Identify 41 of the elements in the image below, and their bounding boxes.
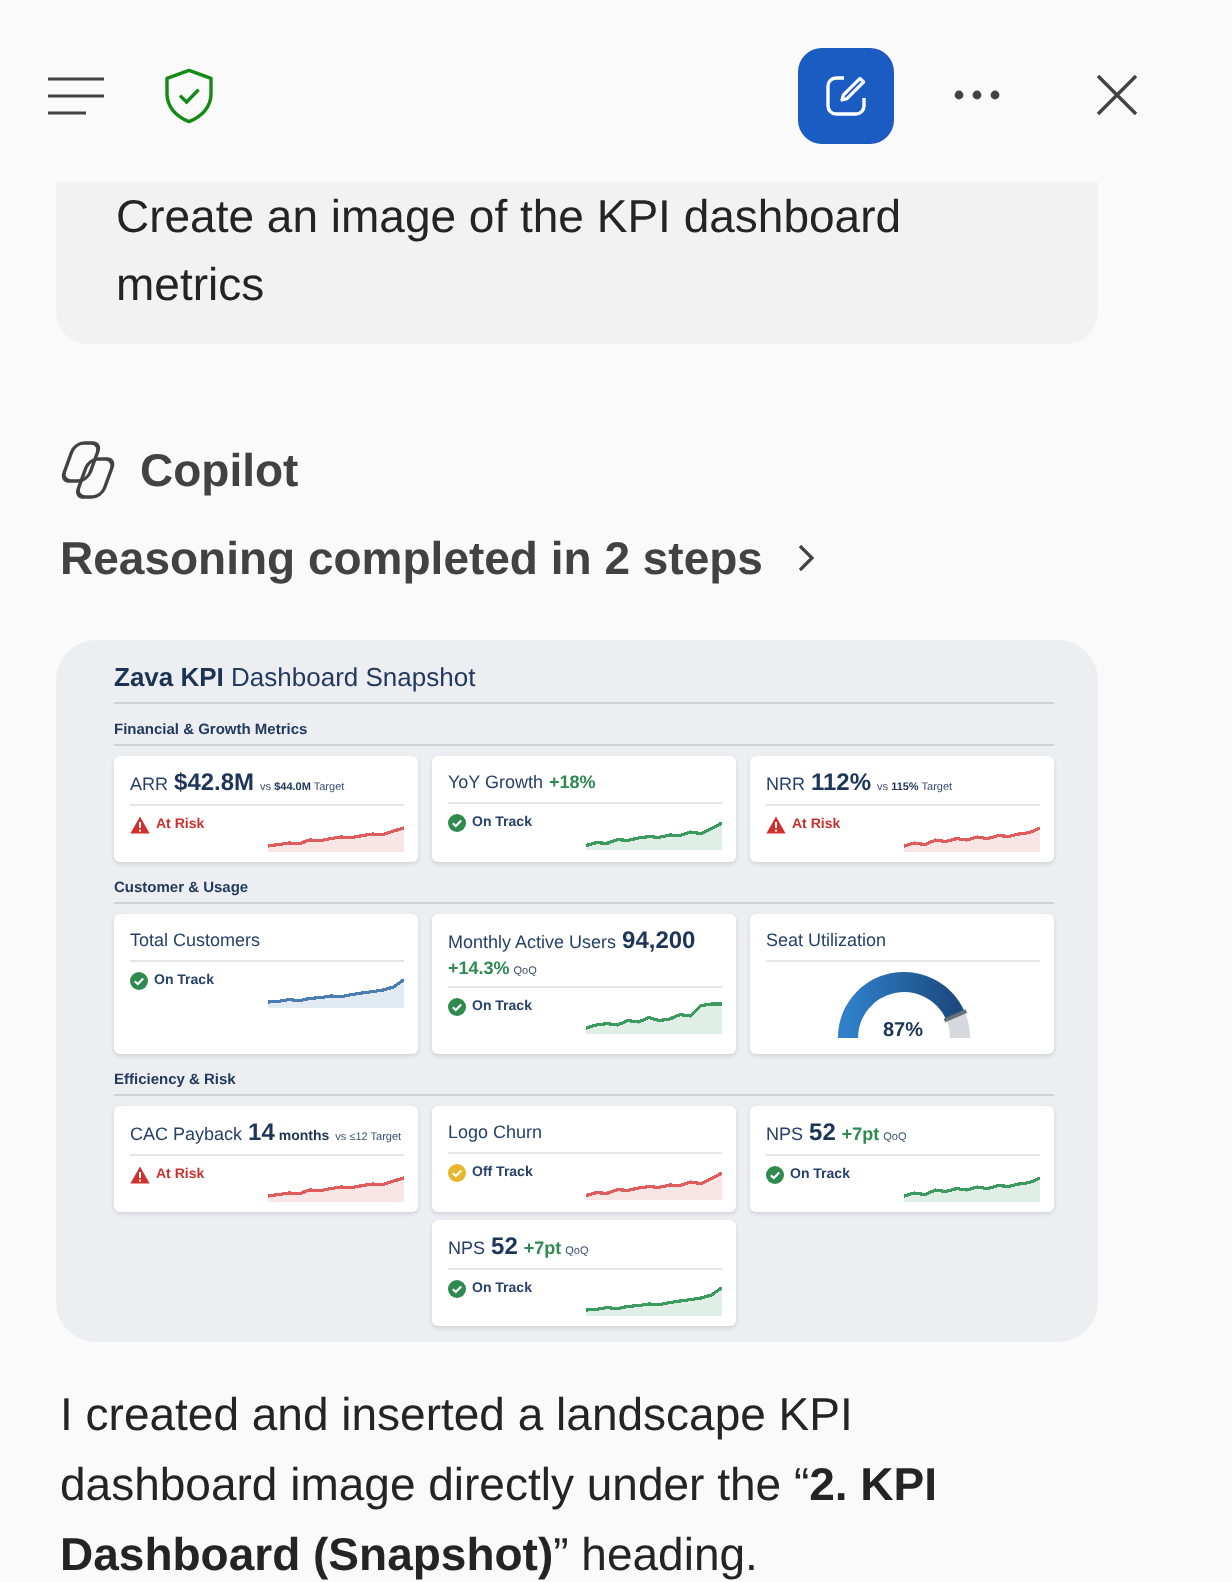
warning-icon [766, 816, 786, 834]
metric-value: 52 [491, 1234, 518, 1260]
warning-icon [130, 1166, 150, 1184]
metric-label: YoY Growth [448, 770, 544, 796]
metric-value: 94,200 [622, 928, 696, 954]
edit-icon [824, 73, 868, 117]
check-circle-icon [766, 1166, 784, 1184]
metric-value: 52 [809, 1120, 836, 1146]
check-circle-icon [448, 1164, 466, 1182]
metric-label: Seat Utilization [766, 928, 887, 954]
metric-value: 112% [811, 770, 872, 796]
metric-value: 14 [248, 1120, 275, 1146]
metric-label: NPS [448, 1236, 486, 1262]
assistant-name: Copilot [140, 443, 299, 497]
check-circle-icon [130, 972, 148, 990]
metric-label: NRR [766, 772, 805, 798]
more-icon[interactable] [954, 90, 1000, 100]
metric-change: +18% [549, 770, 596, 794]
metric-change: +14.3% [448, 956, 510, 980]
metric-value: $42.8M [174, 770, 255, 796]
metric-label: Total Customers [130, 928, 261, 954]
reasoning-toggle[interactable]: Reasoning completed in 2 steps [60, 528, 815, 588]
metric-label: Monthly Active Users [448, 930, 617, 956]
metric-label: NPS [766, 1122, 804, 1148]
response-text: I created and inserted a landscape KPI dashboard image directly under the “2. KPI Dashboard (Snapshot)” heading. [60, 1386, 940, 1582]
metric-label: ARR [130, 772, 169, 798]
message-text: Create an image of the KPI dashboard metrics [116, 188, 904, 314]
menu-icon[interactable] [48, 75, 104, 115]
edit-button[interactable] [798, 47, 894, 143]
metric-label: Logo Churn [448, 1120, 543, 1146]
metric-label: CAC Payback [130, 1122, 243, 1148]
shield-check-icon[interactable] [164, 67, 214, 123]
metric-change: +7pt [523, 1236, 562, 1260]
check-circle-icon [448, 1280, 466, 1298]
warning-icon [130, 816, 150, 834]
check-circle-icon [448, 998, 466, 1016]
gauge-reading: 87% [883, 1020, 923, 1044]
metric-change: +7pt [841, 1122, 880, 1146]
check-circle-icon [448, 814, 466, 832]
dashboard-title: Zava KPI Dashboard Snapshot [114, 660, 1054, 704]
close-icon[interactable] [1096, 74, 1138, 116]
